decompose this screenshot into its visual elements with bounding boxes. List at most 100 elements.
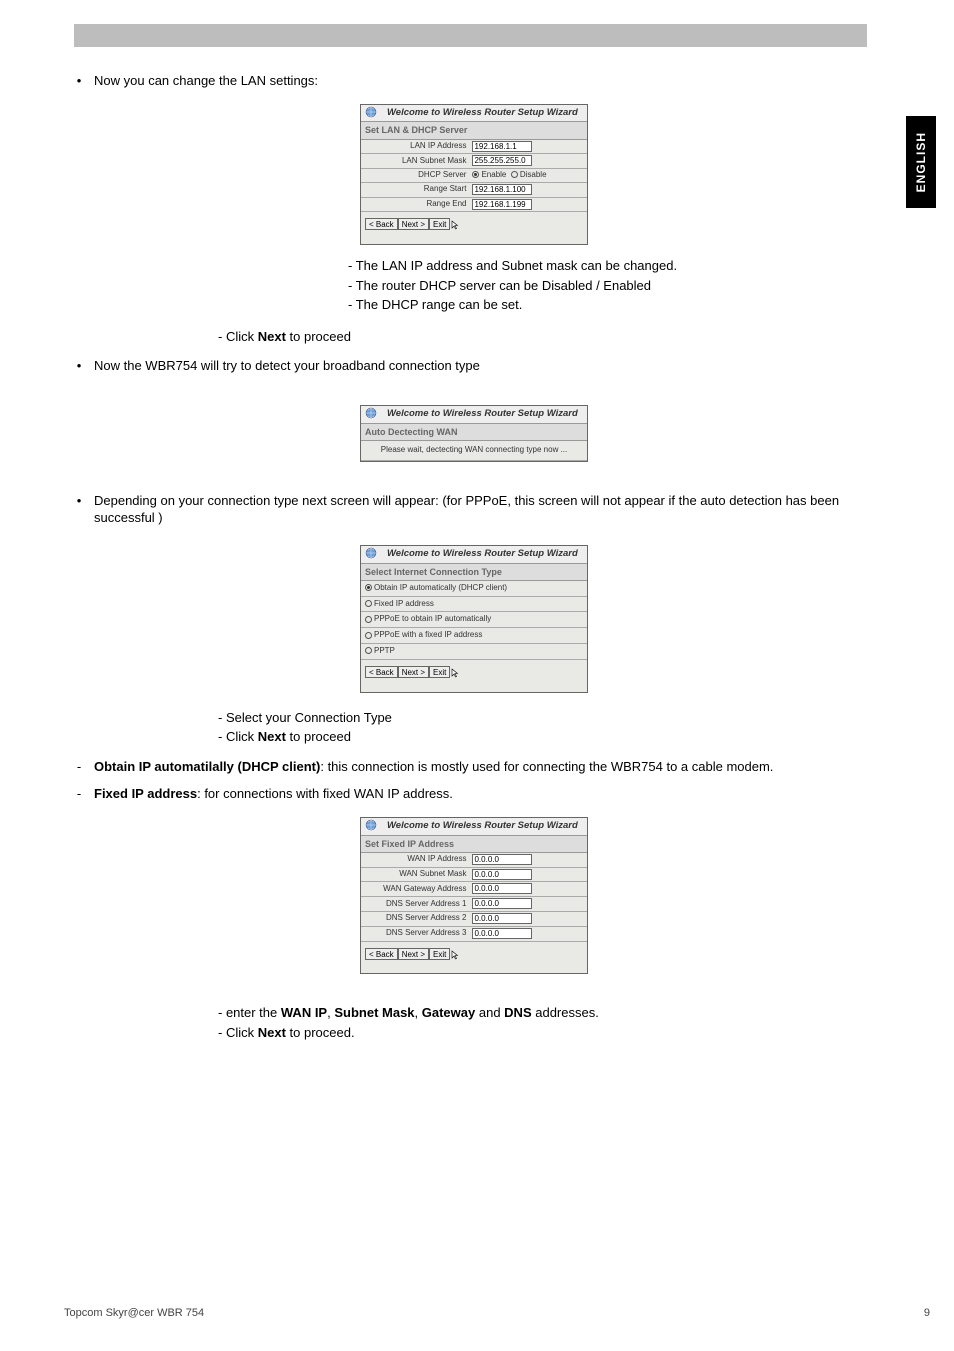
option-row[interactable]: PPPoE to obtain IP automatically: [361, 612, 587, 628]
table-row: Range End: [361, 197, 587, 212]
wan-ip-input[interactable]: [472, 854, 532, 865]
instruction-item: - enter the WAN IP, Subnet Mask, Gateway…: [218, 1004, 884, 1022]
wizard-subtitle: Auto Dectecting WAN: [361, 424, 587, 441]
wizard-subtitle: Set Fixed IP Address: [361, 836, 587, 853]
table-row: DHCP ServerEnable Disable: [361, 169, 587, 183]
table-row: WAN Subnet Mask: [361, 867, 587, 882]
wizard-auto-detect: Welcome to Wireless Router Setup Wizard …: [360, 405, 588, 462]
globe-icon: [365, 106, 383, 118]
table-row: LAN Subnet Mask: [361, 154, 587, 169]
note-item: - The LAN IP address and Subnet mask can…: [348, 257, 884, 275]
wizard-subtitle: Set LAN & DHCP Server: [361, 122, 587, 139]
detecting-message: Please wait, dectecting WAN connecting t…: [361, 441, 587, 460]
dash-marker: -: [64, 785, 94, 803]
dash-item: - Fixed IP address: for connections with…: [64, 785, 884, 803]
lan-settings-table: LAN IP Address LAN Subnet Mask DHCP Serv…: [361, 140, 587, 213]
radio-fixed[interactable]: [365, 600, 372, 607]
notes-list: - The LAN IP address and Subnet mask can…: [348, 257, 884, 314]
field-label: LAN IP Address: [361, 140, 469, 154]
field-label: Range Start: [361, 182, 469, 197]
language-tab: ENGLISH: [906, 116, 936, 208]
page-number: 9: [924, 1307, 930, 1319]
instruction-item: - Click Next to proceed.: [218, 1024, 884, 1042]
wizard-subtitle: Select Internet Connection Type: [361, 564, 587, 581]
back-button[interactable]: < Back: [365, 666, 398, 678]
dns2-input[interactable]: [472, 913, 532, 924]
next-button[interactable]: Next >: [398, 948, 429, 960]
lan-subnet-input[interactable]: [472, 155, 532, 166]
back-button[interactable]: < Back: [365, 218, 398, 230]
back-button[interactable]: < Back: [365, 948, 398, 960]
fixed-ip-table: WAN IP Address WAN Subnet Mask WAN Gatew…: [361, 853, 587, 942]
cursor-icon: [451, 668, 459, 682]
cursor-icon: [451, 950, 459, 964]
bullet-marker: •: [64, 357, 94, 375]
bullet-item: • Now you can change the LAN settings:: [64, 72, 884, 90]
exit-button[interactable]: Exit: [429, 218, 450, 230]
wizard-buttons: < BackNext >Exit: [361, 942, 587, 974]
option-row[interactable]: Fixed IP address: [361, 596, 587, 612]
globe-icon: [365, 547, 383, 559]
wizard-fixed-ip: Welcome to Wireless Router Setup Wizard …: [360, 817, 588, 975]
instruction-item: - Click Next to proceed: [218, 728, 884, 746]
next-button[interactable]: Next >: [398, 218, 429, 230]
field-label: Range End: [361, 197, 469, 212]
option-row[interactable]: Obtain IP automatically (DHCP client): [361, 581, 587, 596]
bullet-text: Depending on your connection type next s…: [94, 492, 884, 527]
dns1-input[interactable]: [472, 898, 532, 909]
table-row: LAN IP Address: [361, 140, 587, 154]
note-item: - The DHCP range can be set.: [348, 296, 884, 314]
wizard-buttons: < BackNext >Exit: [361, 660, 587, 692]
bullet-text: Now the WBR754 will try to detect your b…: [94, 357, 884, 375]
globe-icon: [365, 819, 383, 831]
bullet-marker: •: [64, 492, 94, 527]
dns3-input[interactable]: [472, 928, 532, 939]
wizard-title: Welcome to Wireless Router Setup Wizard: [361, 546, 587, 564]
bullet-text: Now you can change the LAN settings:: [94, 72, 884, 90]
page-content: • Now you can change the LAN settings: W…: [64, 72, 884, 1053]
dash-marker: -: [64, 758, 94, 776]
option-row[interactable]: PPTP: [361, 644, 587, 660]
instruction-list: - enter the WAN IP, Subnet Mask, Gateway…: [218, 1004, 884, 1041]
table-row: DNS Server Address 1: [361, 897, 587, 912]
field-label: LAN Subnet Mask: [361, 154, 469, 169]
bullet-item: • Now the WBR754 will try to detect your…: [64, 357, 884, 375]
wizard-title: Welcome to Wireless Router Setup Wizard: [361, 818, 587, 836]
dash-item: - Obtain IP automatilally (DHCP client):…: [64, 758, 884, 776]
wizard-buttons: < BackNext >Exit: [361, 212, 587, 244]
wan-gateway-input[interactable]: [472, 883, 532, 894]
lan-ip-input[interactable]: [472, 141, 532, 152]
dhcp-enable-radio[interactable]: [472, 171, 479, 178]
dhcp-disable-radio[interactable]: [511, 171, 518, 178]
cursor-icon: [451, 220, 459, 234]
wizard-title: Welcome to Wireless Router Setup Wizard: [361, 406, 587, 424]
wizard-connection-type: Welcome to Wireless Router Setup Wizard …: [360, 545, 588, 693]
field-label: DHCP Server: [361, 169, 469, 183]
globe-icon: [365, 407, 383, 419]
next-button[interactable]: Next >: [398, 666, 429, 678]
note-item: - The router DHCP server can be Disabled…: [348, 277, 884, 295]
table-row: DNS Server Address 3: [361, 926, 587, 941]
radio-dhcp[interactable]: [365, 584, 372, 591]
instruction-list: - Select your Connection Type - Click Ne…: [218, 709, 884, 746]
bullet-marker: •: [64, 72, 94, 90]
wizard-lan-dhcp: Welcome to Wireless Router Setup Wizard …: [360, 104, 588, 246]
range-start-input[interactable]: [472, 184, 532, 195]
exit-button[interactable]: Exit: [429, 666, 450, 678]
range-end-input[interactable]: [472, 199, 532, 210]
exit-button[interactable]: Exit: [429, 948, 450, 960]
option-row[interactable]: PPPoE with a fixed IP address: [361, 628, 587, 644]
table-row: WAN IP Address: [361, 853, 587, 867]
table-row: DNS Server Address 2: [361, 911, 587, 926]
bullet-item: • Depending on your connection type next…: [64, 492, 884, 527]
wizard-title: Welcome to Wireless Router Setup Wizard: [361, 105, 587, 123]
radio-pppoe-auto[interactable]: [365, 616, 372, 623]
language-tab-label: ENGLISH: [914, 132, 928, 192]
radio-pppoe-fixed[interactable]: [365, 632, 372, 639]
footer-product: Topcom Skyr@cer WBR 754: [64, 1307, 204, 1319]
wan-subnet-input[interactable]: [472, 869, 532, 880]
radio-pptp[interactable]: [365, 647, 372, 654]
click-next-line: - Click Next to proceed: [218, 328, 884, 346]
table-row: Range Start: [361, 182, 587, 197]
instruction-item: - Select your Connection Type: [218, 709, 884, 727]
